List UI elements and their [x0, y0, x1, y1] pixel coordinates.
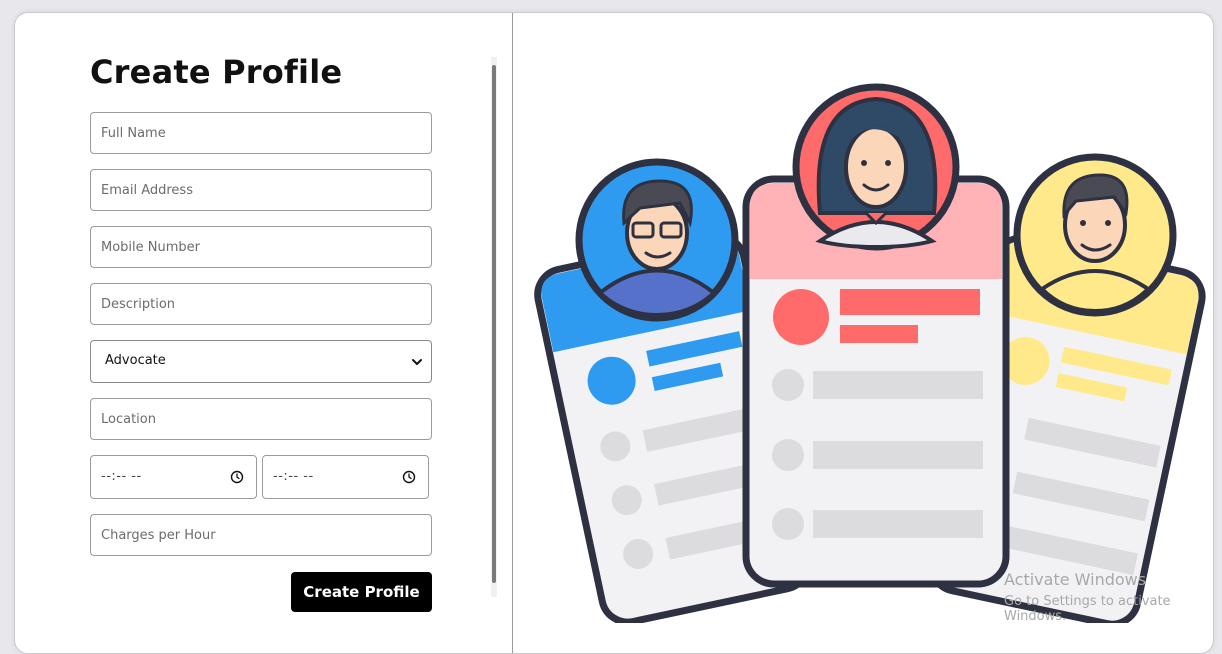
scrollbar-thumb[interactable] [492, 65, 496, 583]
description-input[interactable] [90, 283, 432, 325]
profile-card: Create Profile Advocate --:-- -- --:-- -… [14, 12, 1214, 654]
mobile-input[interactable] [90, 226, 432, 268]
end-time-placeholder: --:-- -- [273, 469, 314, 484]
page-title: Create Profile [90, 53, 343, 91]
start-time-placeholder: --:-- -- [101, 469, 142, 484]
email-input[interactable] [90, 169, 432, 211]
charges-input[interactable] [90, 514, 432, 556]
activation-watermark-title: Activate Windows [1004, 570, 1147, 589]
chevron-down-icon [412, 359, 422, 365]
avatar-woman [792, 83, 960, 251]
category-select[interactable]: Advocate [90, 340, 432, 383]
pane-divider [512, 13, 513, 653]
profile-cards-illustration [534, 83, 1206, 623]
end-time-input[interactable]: --:-- -- [262, 455, 429, 499]
form-pane: Create Profile Advocate --:-- -- --:-- -… [15, 13, 512, 653]
clock-icon[interactable] [230, 470, 244, 484]
full-name-input[interactable] [90, 112, 432, 154]
avatar-man-glasses [575, 158, 739, 322]
start-time-input[interactable]: --:-- -- [90, 455, 257, 499]
clock-icon[interactable] [402, 470, 416, 484]
avatar-man-yellow [1013, 153, 1177, 317]
category-select-value: Advocate [105, 353, 166, 368]
location-input[interactable] [90, 398, 432, 440]
activation-watermark-subtitle: Go to Settings to activate Windows. [1004, 594, 1171, 624]
create-profile-button[interactable]: Create Profile [291, 572, 432, 612]
